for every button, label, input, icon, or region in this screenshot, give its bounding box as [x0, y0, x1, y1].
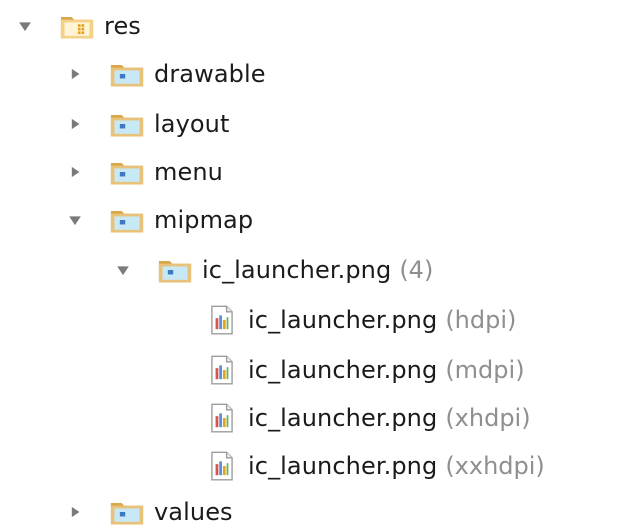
tree-node-mipmap[interactable]: mipmap: [64, 200, 253, 240]
collapsed-arrow-icon[interactable]: [64, 63, 86, 85]
tree-node-res[interactable]: res: [14, 6, 141, 46]
tree-node-label: values: [154, 498, 233, 526]
folder-icon: [108, 155, 146, 189]
folder-icon: [108, 57, 146, 91]
collapsed-arrow-icon[interactable]: [64, 113, 86, 135]
tree-node-file-hdpi[interactable]: ic_launcher.png (hdpi): [208, 300, 516, 340]
tree-node-label: mipmap: [154, 206, 254, 234]
expand-arrow-icon[interactable]: [14, 15, 36, 37]
tree-node-ic-launcher-group[interactable]: ic_launcher.png (4): [112, 250, 433, 290]
tree-node-label: drawable: [154, 60, 266, 88]
folder-icon: [108, 203, 146, 237]
tree-node-file-xhdpi[interactable]: ic_launcher.png (xhdpi): [208, 398, 531, 438]
tree-node-label: res: [104, 12, 141, 40]
density-qualifier: (xhdpi): [445, 404, 531, 432]
tree-node-label: ic_launcher.png: [248, 404, 438, 432]
image-file-icon: [208, 353, 236, 387]
tree-node-label: layout: [154, 110, 230, 138]
expand-arrow-icon[interactable]: [112, 259, 134, 281]
tree-node-label: ic_launcher.png: [248, 452, 438, 480]
image-file-icon: [208, 303, 236, 337]
tree-node-values[interactable]: values: [64, 492, 233, 532]
folder-icon: [108, 107, 146, 141]
image-file-icon: [208, 449, 236, 483]
tree-node-file-mdpi[interactable]: ic_launcher.png (mdpi): [208, 350, 525, 390]
tree-node-label: ic_launcher.png: [248, 306, 438, 334]
collapsed-arrow-icon[interactable]: [64, 501, 86, 523]
folder-icon: [108, 495, 146, 529]
tree-node-label: ic_launcher.png: [248, 356, 438, 384]
res-folder-icon: [58, 9, 96, 43]
tree-node-count: (4): [399, 256, 434, 284]
folder-icon: [156, 253, 194, 287]
tree-node-menu[interactable]: menu: [64, 152, 223, 192]
density-qualifier: (hdpi): [445, 306, 517, 334]
expand-arrow-icon[interactable]: [64, 209, 86, 231]
tree-node-drawable[interactable]: drawable: [64, 54, 266, 94]
tree-node-label: menu: [154, 158, 223, 186]
collapsed-arrow-icon[interactable]: [64, 161, 86, 183]
image-file-icon: [208, 401, 236, 435]
tree-node-label: ic_launcher.png: [202, 256, 392, 284]
density-qualifier: (mdpi): [445, 356, 525, 384]
tree-node-file-xxhdpi[interactable]: ic_launcher.png (xxhdpi): [208, 446, 545, 486]
project-tree: res drawable layout menu mipmap ic_launc…: [0, 0, 624, 528]
density-qualifier: (xxhdpi): [445, 452, 545, 480]
tree-node-layout[interactable]: layout: [64, 104, 229, 144]
